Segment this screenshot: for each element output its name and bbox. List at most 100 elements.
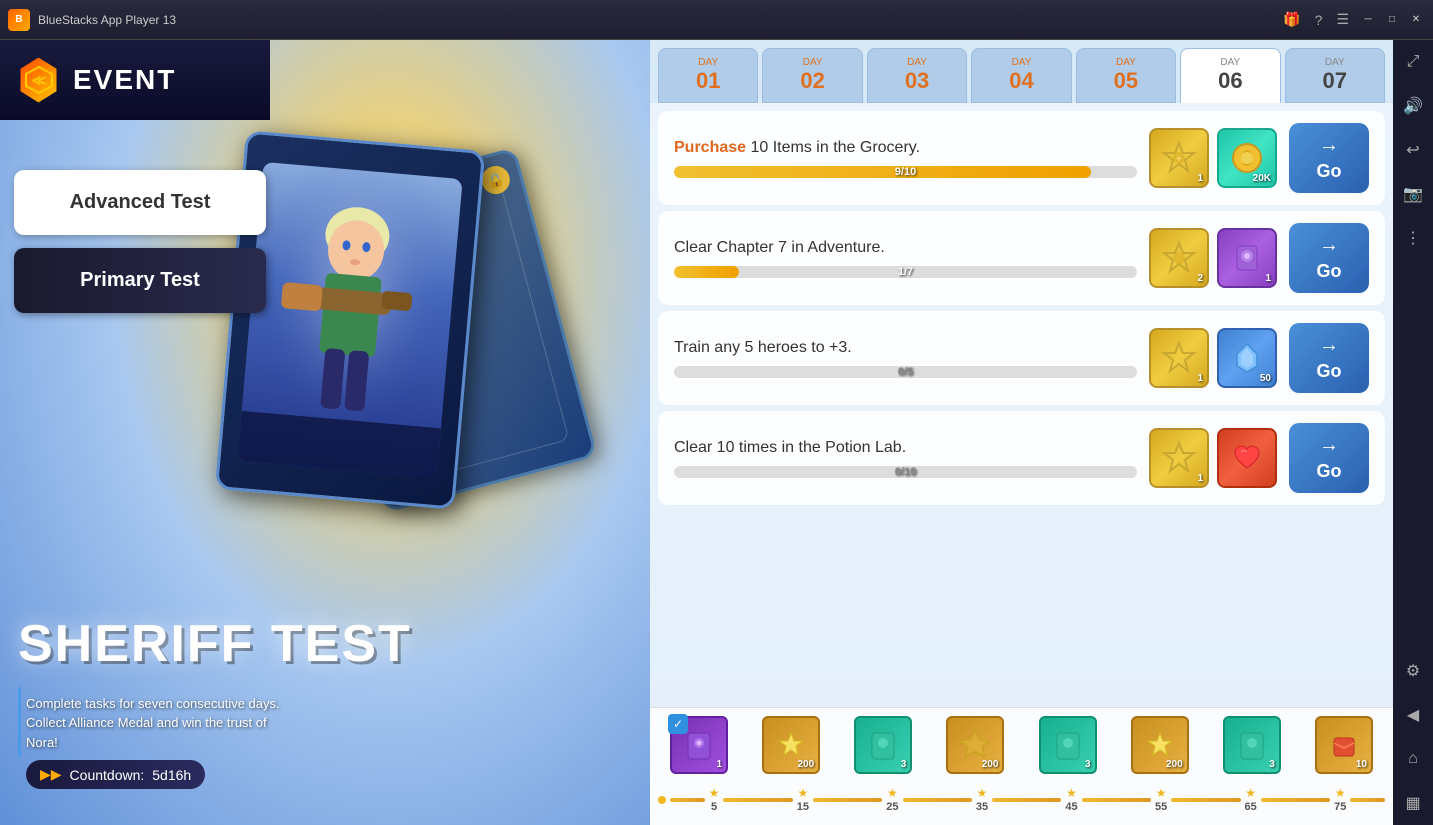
reward-item-1a: ✦ 1 <box>1149 128 1209 188</box>
progress-label-2: 1/7 <box>674 266 1137 278</box>
window-controls: 🎁 ? ☰ ─ □ ✕ <box>1279 11 1425 29</box>
tab-advanced-label: Advanced Test <box>70 191 211 214</box>
milestone-star-2: ★ 15 <box>797 786 809 813</box>
event-title: EVENT <box>73 64 176 96</box>
task-go-btn-1[interactable]: → Go <box>1289 123 1369 193</box>
tasks-area: Purchase 10 Items in the Grocery. 9/10 <box>650 103 1393 707</box>
milestone-item-5: 3 <box>1039 716 1097 774</box>
milestone-badge-7: 3 <box>1223 716 1281 774</box>
task-rewards-4: 1 <box>1149 428 1277 488</box>
day-num-7: 07 <box>1323 68 1347 94</box>
milestone-count-2: 200 <box>798 759 815 770</box>
go-text-4: Go <box>1317 461 1342 482</box>
svg-text:≪: ≪ <box>31 72 46 88</box>
description-text: Complete tasks for seven consecutive day… <box>26 694 346 753</box>
reward-count-4a: 1 <box>1197 473 1203 484</box>
milestone-badge-1: ✓ 1 <box>670 716 728 774</box>
milestone-star-1: ★ 5 <box>709 786 720 813</box>
task-info-4: Clear 10 times in the Potion Lab. 0/10 <box>674 438 1137 479</box>
progress-container-1: 9/10 <box>674 166 1137 178</box>
day-num-1: 01 <box>696 68 720 94</box>
task-row-4: Clear 10 times in the Potion Lab. 0/10 <box>658 411 1385 505</box>
milestone-item-3: 3 <box>854 716 912 774</box>
milestone-icons: ✓ 1 200 <box>658 716 1385 774</box>
book-badge-2: 1 <box>1217 228 1277 288</box>
task-info-2: Clear Chapter 7 in Adventure. 1/7 <box>674 238 1137 279</box>
countdown-label: Countdown: <box>70 767 145 783</box>
sidebar-screenshot-icon[interactable]: 📷 <box>1399 180 1427 208</box>
task-rewards-2: 2 1 <box>1149 228 1277 288</box>
progress-label-4: 0/10 <box>674 466 1137 478</box>
task-go-btn-2[interactable]: → Go <box>1289 223 1369 293</box>
task-description-4: Clear 10 times in the Potion Lab. <box>674 438 1137 459</box>
milestone-item-4: 200 <box>946 716 1004 774</box>
day-tab-6[interactable]: DAY 06 <box>1180 48 1280 103</box>
progress-container-4: 0/10 <box>674 466 1137 478</box>
minimize-button[interactable]: ─ <box>1359 11 1377 29</box>
tab-primary[interactable]: Primary Test <box>14 248 266 313</box>
day-label-3: DAY <box>907 57 927 68</box>
milestone-star-8: ★ 75 <box>1334 786 1346 813</box>
bluestacks-sidebar: ⤢ 🔊 ↩ 📷 ⋮ ⚙ ◀ ⌂ ▦ <box>1393 40 1433 825</box>
sidebar-gear-icon[interactable]: ⚙ <box>1399 657 1427 685</box>
event-header: ≪ EVENT <box>0 40 270 120</box>
sidebar-back-icon[interactable]: ◀ <box>1399 701 1427 729</box>
gift-icon[interactable]: 🎁 <box>1279 11 1304 28</box>
milestone-count-8: 10 <box>1356 759 1367 770</box>
maximize-button[interactable]: □ <box>1383 11 1401 29</box>
reward-item-3b: 50 <box>1217 328 1277 388</box>
tab-primary-label: Primary Test <box>80 269 200 292</box>
day-label-7: DAY <box>1325 57 1345 68</box>
milestone-count-6: 200 <box>1166 759 1183 770</box>
tab-advanced[interactable]: Advanced Test <box>14 170 266 235</box>
milestone-track: ★ 5 ★ 15 ★ 25 ★ 35 <box>658 782 1385 817</box>
help-icon[interactable]: ? <box>1311 12 1327 28</box>
sidebar-more-icon[interactable]: ⋮ <box>1399 224 1427 252</box>
title-bar: B BlueStacks App Player 13 🎁 ? ☰ ─ □ ✕ <box>0 0 1433 40</box>
character-art <box>237 162 462 478</box>
left-panel: ≪ EVENT Advanced Test Primary Test 🔒 <box>0 40 650 825</box>
sidebar-resize-icon[interactable]: ⤢ <box>1399 48 1427 76</box>
track-line-5 <box>1082 798 1151 802</box>
milestone-badge-3: 3 <box>854 716 912 774</box>
task-rewards-1: ✦ 1 20K <box>1149 128 1277 188</box>
task-info-3: Train any 5 heroes to +3. 0/5 <box>674 338 1137 379</box>
sidebar-volume-icon[interactable]: 🔊 <box>1399 92 1427 120</box>
progress-container-3: 0/5 <box>674 366 1137 378</box>
task-go-btn-4[interactable]: → Go <box>1289 423 1369 493</box>
day-num-4: 04 <box>1009 68 1033 94</box>
heart-badge-4 <box>1217 428 1277 488</box>
day-tab-1[interactable]: DAY 01 <box>658 48 758 103</box>
day-tab-3[interactable]: DAY 03 <box>867 48 967 103</box>
right-panel: DAY 01 DAY 02 DAY 03 DAY 04 DAY 05 DAY 0… <box>650 40 1393 825</box>
menu-icon[interactable]: ☰ <box>1332 11 1353 28</box>
day-tab-2[interactable]: DAY 02 <box>762 48 862 103</box>
track-line-start <box>670 798 705 802</box>
go-text-2: Go <box>1317 261 1342 282</box>
close-button[interactable]: ✕ <box>1407 11 1425 29</box>
sidebar-rotate-icon[interactable]: ↩ <box>1399 136 1427 164</box>
day-tab-7[interactable]: DAY 07 <box>1285 48 1385 103</box>
day-num-6: 06 <box>1218 68 1242 94</box>
reward-count-3a: 1 <box>1197 373 1203 384</box>
milestone-count-1: 1 <box>717 759 723 770</box>
reward-count-1b: 20K <box>1253 173 1271 184</box>
go-arrow-1: → <box>1319 134 1339 157</box>
milestone-badge-5: 3 <box>1039 716 1097 774</box>
app-icon: B <box>8 9 30 31</box>
countdown-bar: ▶▶ Countdown: 5d16h <box>26 760 205 789</box>
game-title: SHERIFF TEST <box>18 618 412 670</box>
gem-badge-3: 50 <box>1217 328 1277 388</box>
check-icon-1: ✓ <box>668 714 688 734</box>
sidebar-app-icon[interactable]: ▦ <box>1399 789 1427 817</box>
reward-item-4a: 1 <box>1149 428 1209 488</box>
task-go-btn-3[interactable]: → Go <box>1289 323 1369 393</box>
milestone-star-3: ★ 25 <box>886 786 898 813</box>
day-label-1: DAY <box>698 57 718 68</box>
countdown-value: 5d16h <box>152 767 191 783</box>
reward-item-1b: 20K <box>1217 128 1277 188</box>
day-tab-5[interactable]: DAY 05 <box>1076 48 1176 103</box>
day-tab-4[interactable]: DAY 04 <box>971 48 1071 103</box>
sidebar-home-icon[interactable]: ⌂ <box>1399 745 1427 773</box>
day-num-5: 05 <box>1114 68 1138 94</box>
